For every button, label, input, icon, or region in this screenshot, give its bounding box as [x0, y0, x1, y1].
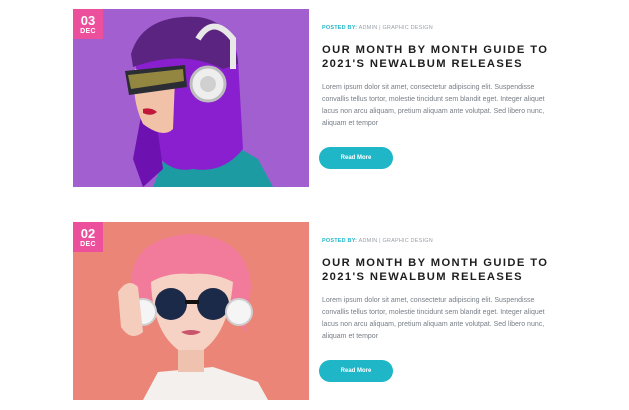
- date-day: 03: [80, 13, 96, 28]
- post-thumbnail-image[interactable]: 02 DEC: [73, 222, 309, 400]
- date-badge: 03 DEC: [73, 9, 103, 39]
- post-excerpt: Lorem ipsum dolor sit amet, consectetur …: [322, 84, 545, 127]
- read-more-button[interactable]: Read More: [319, 147, 393, 169]
- blog-post-card: 03 DEC POSTED BY: ADMIN | GRAPHIC DESIGN…: [0, 9, 629, 197]
- post-title[interactable]: OUR MONTH BY MONTH GUIDE TO 2021'S NEWAL…: [322, 257, 552, 284]
- post-title-line2: 2021'S NEWALBUM RELEASES: [322, 57, 524, 70]
- woman-purple-hair-illustration: [73, 9, 309, 187]
- post-title-line1: OUR MONTH BY MONTH GUIDE TO: [322, 44, 549, 56]
- post-content: POSTED BY: ADMIN | GRAPHIC DESIGN OUR MO…: [319, 9, 552, 169]
- date-month: DEC: [80, 28, 96, 35]
- blog-post-card: 02 DEC POSTED BY: ADMIN | GRAPHIC DESIGN…: [0, 222, 629, 410]
- post-content: POSTED BY: ADMIN | GRAPHIC DESIGN OUR MO…: [319, 222, 552, 382]
- post-meta: POSTED BY: ADMIN | GRAPHIC DESIGN: [322, 238, 552, 244]
- post-title-line1: OUR MONTH BY MONTH GUIDE TO: [322, 257, 549, 269]
- post-excerpt: Lorem ipsum dolor sit amet, consectetur …: [322, 297, 545, 340]
- post-title[interactable]: OUR MONTH BY MONTH GUIDE TO 2021'S NEWAL…: [322, 44, 552, 71]
- post-meta-categories[interactable]: ADMIN | GRAPHIC DESIGN: [357, 238, 433, 244]
- post-meta: POSTED BY: ADMIN | GRAPHIC DESIGN: [322, 25, 552, 31]
- date-month: DEC: [80, 241, 96, 248]
- date-badge: 02 DEC: [73, 222, 103, 252]
- woman-pink-hair-illustration: [73, 222, 309, 400]
- posted-by-label: POSTED BY:: [322, 238, 358, 244]
- date-day: 02: [80, 226, 96, 241]
- post-title-line2: 2021'S NEWALBUM RELEASES: [322, 270, 524, 283]
- posted-by-label: POSTED BY:: [322, 25, 358, 31]
- read-more-button[interactable]: Read More: [319, 360, 393, 382]
- post-meta-categories[interactable]: ADMIN | GRAPHIC DESIGN: [357, 25, 433, 31]
- post-thumbnail-image[interactable]: 03 DEC: [73, 9, 309, 187]
